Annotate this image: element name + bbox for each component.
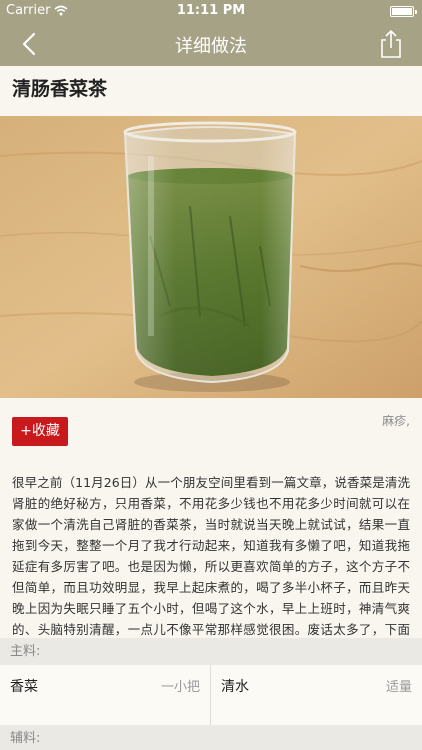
ingredient-item: 香菜 一小把 [0,665,210,705]
battery-icon [390,6,417,17]
secondary-ingredients-header: 辅料: [0,725,422,750]
nav-title: 详细做法 [175,36,247,57]
ingredient-amount: 一小把 [160,680,200,695]
ingredient-name: 清水 [221,679,249,695]
recipe-photo [0,116,422,398]
recipe-title: 清肠香菜茶 [12,78,108,100]
ingredient-item: 清水 适量 [211,665,422,705]
ingredient-name: 香菜 [10,679,38,695]
column-divider [210,665,211,725]
ingredient-row: 香菜 一小把 清水 适量 [0,665,422,705]
recipe-description: 很早之前（11月26日）从一个朋友空间里看到一篇文章，说香菜是清洗肾脏的绝好秘方… [12,475,410,658]
status-time: 11:11 PM [176,3,246,18]
navigation-bar: 详细做法 [0,22,422,66]
ingredient-row-empty [0,705,422,725]
author-name[interactable]: 麻疹, [382,412,410,429]
ingredient-amount: 适量 [385,680,412,695]
main-ingredients-header: 主料: [0,638,422,665]
status-bar: Carrier 11:11 PM [0,0,422,22]
favorite-button[interactable]: +收藏 [12,417,68,446]
share-icon[interactable] [378,29,404,59]
